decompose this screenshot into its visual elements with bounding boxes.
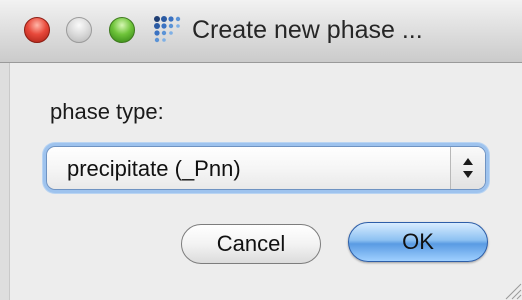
phase-type-select[interactable]: precipitate (_Pnn) — [46, 146, 486, 190]
window-title: Create new phase ... — [192, 16, 423, 44]
up-down-arrows-icon — [463, 158, 473, 178]
select-stepper-arrows[interactable] — [450, 147, 485, 189]
resize-grip-icon[interactable] — [500, 278, 522, 300]
dot-grid-icon — [154, 16, 181, 43]
ok-button[interactable]: OK — [348, 222, 488, 262]
window-edge — [0, 63, 10, 300]
minimize-window-button[interactable] — [66, 17, 92, 43]
title-bar[interactable]: Create new phase ... — [0, 0, 522, 63]
dialog-window: Create new phase ... phase type: precipi… — [0, 0, 522, 300]
close-window-button[interactable] — [24, 17, 50, 43]
zoom-window-button[interactable] — [109, 17, 135, 43]
cancel-button[interactable]: Cancel — [181, 224, 321, 264]
phase-type-label: phase type: — [50, 99, 164, 124]
phase-type-selected-value: precipitate (_Pnn) — [67, 156, 241, 181]
